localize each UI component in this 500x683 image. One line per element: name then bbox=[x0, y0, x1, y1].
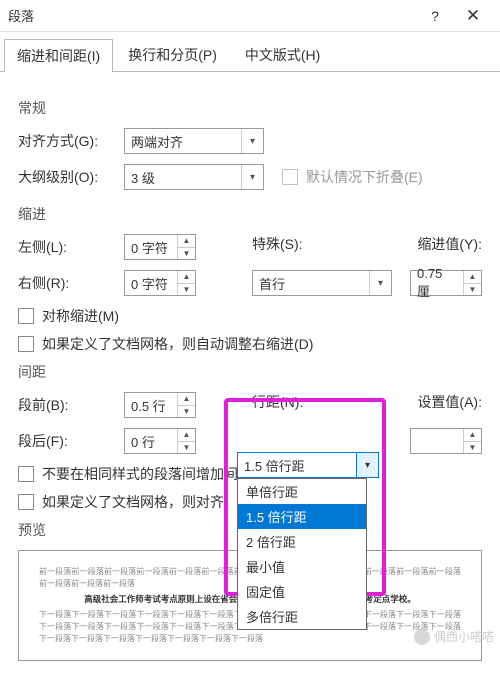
checkbox-icon bbox=[18, 494, 34, 510]
watermark-text: 偶西小嗒嗒 bbox=[434, 628, 494, 645]
section-spacing: 间距 bbox=[18, 362, 482, 382]
spinner-up-icon[interactable]: ▲ bbox=[178, 429, 195, 442]
left-indent-label: 左侧(L): bbox=[18, 237, 116, 257]
checkbox-icon bbox=[18, 308, 34, 324]
watermark-avatar-icon bbox=[414, 629, 430, 645]
outline-combo[interactable]: 3 级 ▾ bbox=[124, 164, 264, 190]
linespace-dropdown-list: 单倍行距 1.5 倍行距 2 倍行距 最小值 固定值 多倍行距 bbox=[237, 478, 367, 630]
special-value: 首行 bbox=[253, 274, 369, 293]
close-button[interactable]: ✕ bbox=[454, 4, 492, 28]
tab-strip: 缩进和间距(I) 换行和分页(P) 中文版式(H) bbox=[0, 32, 500, 72]
spinner-down-icon[interactable]: ▼ bbox=[178, 248, 195, 260]
auto-adjust-indent-checkbox[interactable]: 如果定义了文档网格，则自动调整右缩进(D) bbox=[18, 334, 482, 354]
spinner-up-icon[interactable]: ▲ bbox=[178, 235, 195, 248]
section-indent: 缩进 bbox=[18, 204, 482, 224]
spinner-down-icon[interactable]: ▼ bbox=[178, 284, 195, 296]
spinner-up-icon[interactable]: ▲ bbox=[464, 271, 481, 284]
checkbox-icon bbox=[18, 336, 34, 352]
window-title: 段落 bbox=[8, 6, 416, 25]
indentval-value: 0.75 厘 bbox=[411, 266, 463, 300]
watermark: 偶西小嗒嗒 bbox=[414, 628, 494, 645]
alignment-label: 对齐方式(G): bbox=[18, 131, 116, 151]
linespace-option-atleast[interactable]: 最小值 bbox=[238, 554, 366, 579]
chevron-down-icon: ▾ bbox=[356, 453, 378, 477]
tab-asian-typography[interactable]: 中文版式(H) bbox=[232, 38, 333, 71]
linespace-option-multiple[interactable]: 多倍行距 bbox=[238, 604, 366, 629]
spinner-down-icon[interactable]: ▼ bbox=[464, 442, 481, 454]
right-indent-label: 右侧(R): bbox=[18, 273, 116, 293]
collapse-default[interactable]: 默认情况下折叠(E) bbox=[282, 167, 423, 187]
mirror-indent-checkbox[interactable]: 对称缩进(M) bbox=[18, 306, 482, 326]
linespace-value: 1.5 倍行距 bbox=[238, 456, 356, 475]
linespace-combo[interactable]: 1.5 倍行距 ▾ bbox=[237, 452, 379, 478]
special-label: 特殊(S): bbox=[252, 234, 303, 254]
spinner-down-icon[interactable]: ▼ bbox=[178, 406, 195, 418]
linespace-label: 行距(N): bbox=[252, 392, 303, 412]
chevron-down-icon: ▾ bbox=[241, 129, 263, 153]
indentval-spinner[interactable]: 0.75 厘 ▲▼ bbox=[410, 270, 482, 296]
indentval-label: 缩进值(Y): bbox=[417, 234, 482, 254]
spinner-up-icon[interactable]: ▲ bbox=[464, 429, 481, 442]
space-before-value: 0.5 行 bbox=[125, 396, 177, 415]
space-before-spinner[interactable]: 0.5 行 ▲▼ bbox=[124, 392, 196, 418]
special-combo[interactable]: 首行 ▾ bbox=[252, 270, 392, 296]
space-after-value: 0 行 bbox=[125, 432, 177, 451]
alignment-value: 两端对齐 bbox=[125, 132, 241, 151]
chevron-down-icon: ▾ bbox=[241, 165, 263, 189]
linespace-option-exactly[interactable]: 固定值 bbox=[238, 579, 366, 604]
spinner-up-icon[interactable]: ▲ bbox=[178, 393, 195, 406]
setval-label: 设置值(A): bbox=[417, 392, 482, 412]
tab-indent-spacing[interactable]: 缩进和间距(I) bbox=[4, 39, 113, 72]
right-indent-spinner[interactable]: 0 字符 ▲▼ bbox=[124, 270, 196, 296]
help-button[interactable]: ? bbox=[416, 4, 454, 28]
linespace-option-single[interactable]: 单倍行距 bbox=[238, 479, 366, 504]
left-indent-spinner[interactable]: 0 字符 ▲▼ bbox=[124, 234, 196, 260]
tab-line-page-breaks[interactable]: 换行和分页(P) bbox=[115, 38, 230, 71]
right-indent-value: 0 字符 bbox=[125, 274, 177, 293]
collapse-label: 默认情况下折叠(E) bbox=[306, 167, 423, 187]
spinner-up-icon[interactable]: ▲ bbox=[178, 271, 195, 284]
space-after-label: 段后(F): bbox=[18, 431, 116, 451]
outline-value: 3 级 bbox=[125, 168, 241, 187]
checkbox-icon bbox=[18, 466, 34, 482]
alignment-combo[interactable]: 两端对齐 ▾ bbox=[124, 128, 264, 154]
section-general: 常规 bbox=[18, 98, 482, 118]
title-bar: 段落 ? ✕ bbox=[0, 0, 500, 32]
space-before-label: 段前(B): bbox=[18, 395, 116, 415]
setval-spinner[interactable]: ▲▼ bbox=[410, 428, 482, 454]
checkbox-icon bbox=[282, 169, 298, 185]
outline-label: 大纲级别(O): bbox=[18, 167, 116, 187]
linespace-option-double[interactable]: 2 倍行距 bbox=[238, 529, 366, 554]
spinner-down-icon[interactable]: ▼ bbox=[464, 284, 481, 296]
mirror-label: 对称缩进(M) bbox=[42, 306, 119, 326]
autogrid-label: 如果定义了文档网格，则对齐 bbox=[42, 492, 224, 512]
space-after-spinner[interactable]: 0 行 ▲▼ bbox=[124, 428, 196, 454]
autoind-label: 如果定义了文档网格，则自动调整右缩进(D) bbox=[42, 334, 313, 354]
linespace-option-1-5[interactable]: 1.5 倍行距 bbox=[238, 504, 366, 529]
chevron-down-icon: ▾ bbox=[369, 271, 391, 295]
nosame-label: 不要在相同样式的段落间增加间距 bbox=[42, 464, 252, 484]
left-indent-value: 0 字符 bbox=[125, 238, 177, 257]
spinner-down-icon[interactable]: ▼ bbox=[178, 442, 195, 454]
